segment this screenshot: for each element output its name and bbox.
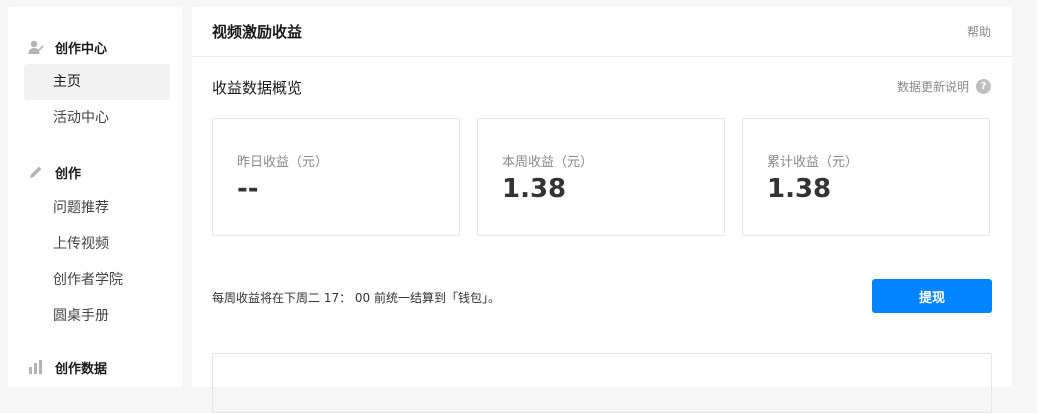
sidebar-item-creator-academy[interactable]: 创作者学院 (24, 262, 170, 298)
sidebar-section-title: 创作中心 (55, 41, 108, 57)
sidebar-item-question-recommend[interactable]: 问题推荐 (24, 190, 170, 226)
page-title: 视频激励收益 (212, 23, 303, 41)
sidebar-section-title: 创作 (55, 166, 82, 182)
stat-card-yesterday: 昨日收益（元） -- (212, 118, 460, 236)
question-icon[interactable]: ? (976, 79, 991, 94)
chart-icon (28, 359, 44, 375)
sidebar-section-creation-data: 创作数据 (28, 357, 107, 377)
data-update-note-label: 数据更新说明 (896, 80, 969, 94)
main-header: 视频激励收益 帮助 (192, 7, 1012, 57)
stat-value: -- (237, 174, 259, 204)
stat-label: 累计收益（元） (767, 155, 859, 170)
withdraw-button[interactable]: 提现 (872, 279, 992, 313)
lower-card (212, 353, 992, 413)
sidebar: 创作中心 主页 活动中心 创作 问题推荐 上传视频 创作者学院 圆桌手册 创作数… (8, 7, 182, 387)
data-update-note-link[interactable]: 数据更新说明 ? (897, 78, 991, 95)
sidebar-item-upload-video[interactable]: 上传视频 (24, 226, 170, 262)
sidebar-item-roundtable-manual[interactable]: 圆桌手册 (24, 298, 170, 334)
sidebar-section-creation-center: 创作中心 (28, 37, 107, 57)
overview-title: 收益数据概览 (212, 79, 303, 97)
settlement-note: 每周收益将在下周二 17： 00 前统一结算到「钱包」。 (212, 291, 500, 305)
stat-value: 1.38 (502, 174, 567, 204)
pencil-icon (28, 164, 44, 180)
stat-value: 1.38 (767, 174, 832, 204)
stat-label: 本周收益（元） (502, 155, 594, 170)
stat-card-total: 累计收益（元） 1.38 (742, 118, 990, 236)
stat-label: 昨日收益（元） (237, 155, 329, 170)
sidebar-section-create: 创作 (28, 162, 81, 182)
help-link[interactable]: 帮助 (967, 23, 991, 40)
sidebar-section-title: 创作数据 (55, 361, 108, 377)
user-icon (28, 39, 44, 55)
sidebar-item-home[interactable]: 主页 (24, 64, 170, 100)
stat-card-this-week: 本周收益（元） 1.38 (477, 118, 725, 236)
main-panel: 视频激励收益 帮助 收益数据概览 数据更新说明 ? 昨日收益（元） -- 本周收… (192, 7, 1012, 413)
sidebar-item-activity-center[interactable]: 活动中心 (24, 100, 170, 136)
